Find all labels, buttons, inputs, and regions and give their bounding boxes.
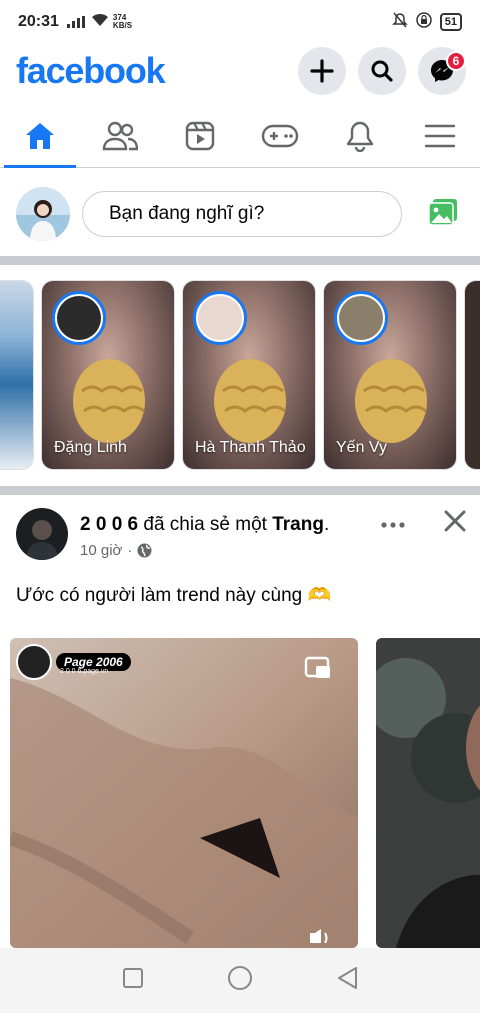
main-tabs <box>0 104 480 168</box>
globe-icon <box>137 543 152 558</box>
tab-notifications[interactable] <box>320 104 400 167</box>
speaker-icon <box>310 929 328 944</box>
network-speed: 374 KB/S <box>113 14 132 30</box>
tab-watch[interactable] <box>160 104 240 167</box>
post-text: Ước có người làm trend này cùng 🫶 <box>16 585 332 606</box>
home-system-button[interactable] <box>227 965 253 996</box>
search-button[interactable] <box>358 47 406 95</box>
post-title-suffix: . <box>323 514 330 535</box>
square-icon <box>122 968 143 988</box>
pip-button[interactable] <box>304 656 332 685</box>
story-card[interactable]: Yến Vy <box>323 280 457 470</box>
plus-icon <box>310 59 334 83</box>
post-author-avatar[interactable] <box>16 508 68 560</box>
story-card[interactable]: Hà Thanh Thảo <box>182 280 316 470</box>
photo-button[interactable] <box>428 198 458 231</box>
status-bar: 20:31 374 KB/S 51 <box>0 0 480 44</box>
post-title: 2 0 0 6 đã chia sẻ một Trang. <box>80 514 329 536</box>
post-composer: Bạn đang nghĩ gì? <box>0 172 480 256</box>
hamburger-icon <box>424 124 456 147</box>
page-tag-avatar <box>16 644 52 680</box>
gamepad-icon <box>261 124 299 147</box>
story-name: Yến Vy <box>336 439 387 456</box>
messenger-badge: 6 <box>446 51 466 71</box>
post-author-name[interactable]: 2 0 0 6 <box>80 514 138 535</box>
video-icon <box>185 121 215 150</box>
system-navigation-bar <box>0 948 480 1013</box>
story-avatar <box>334 291 388 345</box>
status-placeholder: Bạn đang nghĩ gì? <box>109 203 265 224</box>
search-icon <box>371 60 393 82</box>
video-page-tag: Page 2006 2 0 0 6.page.vn <box>16 644 131 680</box>
story-thumbnail <box>0 281 33 469</box>
battery-indicator: 51 <box>439 13 462 31</box>
app-header: facebook 6 <box>0 44 480 98</box>
shared-page-link[interactable]: Trang <box>272 514 324 535</box>
post-header: 2 0 0 6 đã chia sẻ một Trang. 10 giờ · <box>0 508 480 572</box>
circle-icon <box>227 966 252 990</box>
status-input[interactable]: Bạn đang nghĩ gì? <box>82 191 402 237</box>
lock-rotation-icon <box>416 11 432 33</box>
facebook-logo[interactable]: facebook <box>16 50 166 92</box>
signal-icon <box>66 16 85 28</box>
stories-carousel: Đặng Linh Hà Thanh Thảo Yến Vy <box>0 280 480 470</box>
section-separator <box>0 486 480 495</box>
hide-post-button[interactable] <box>442 508 468 539</box>
triangle-back-icon <box>338 967 358 989</box>
friends-icon <box>102 121 138 150</box>
tab-home[interactable] <box>0 104 80 168</box>
mute-icon <box>391 12 408 33</box>
story-card-partial[interactable] <box>464 280 480 470</box>
story-thumbnail <box>465 281 480 469</box>
home-icon <box>26 122 54 149</box>
close-icon <box>444 510 466 532</box>
speed-unit: KB/S <box>112 21 133 30</box>
more-icon <box>381 522 405 528</box>
story-avatar <box>193 291 247 345</box>
story-card-partial[interactable] <box>0 280 34 470</box>
video-thumbnail <box>376 638 480 948</box>
post-options-button[interactable] <box>380 512 406 543</box>
section-separator <box>0 256 480 265</box>
back-button[interactable] <box>336 966 358 995</box>
messenger-button[interactable]: 6 <box>418 47 466 95</box>
tab-menu[interactable] <box>400 104 480 167</box>
story-name: Hà Thanh Thảo <box>195 439 306 456</box>
tab-gaming[interactable] <box>240 104 320 167</box>
page-tag-url: 2 0 0 6.page.vn <box>60 668 109 675</box>
create-button[interactable] <box>298 47 346 95</box>
bell-icon <box>346 121 374 152</box>
user-avatar[interactable] <box>16 187 70 241</box>
story-name: Đặng Linh <box>54 439 127 456</box>
picture-in-picture-icon <box>304 656 330 678</box>
story-avatar <box>52 291 106 345</box>
status-time: 20:31 <box>18 13 59 30</box>
mute-button[interactable] <box>306 929 334 948</box>
tab-friends[interactable] <box>80 104 160 167</box>
recents-button[interactable] <box>122 967 144 994</box>
post-media-video[interactable]: Page 2006 2 0 0 6.page.vn <box>10 638 358 948</box>
post-time[interactable]: 10 giờ <box>80 542 122 559</box>
post-action: đã chia sẻ một <box>138 514 273 535</box>
wifi-icon <box>91 13 109 32</box>
meta-dot: · <box>127 542 133 559</box>
story-card[interactable]: Đặng Linh <box>41 280 175 470</box>
post-media-next[interactable] <box>376 638 480 948</box>
photo-icon <box>428 198 457 226</box>
